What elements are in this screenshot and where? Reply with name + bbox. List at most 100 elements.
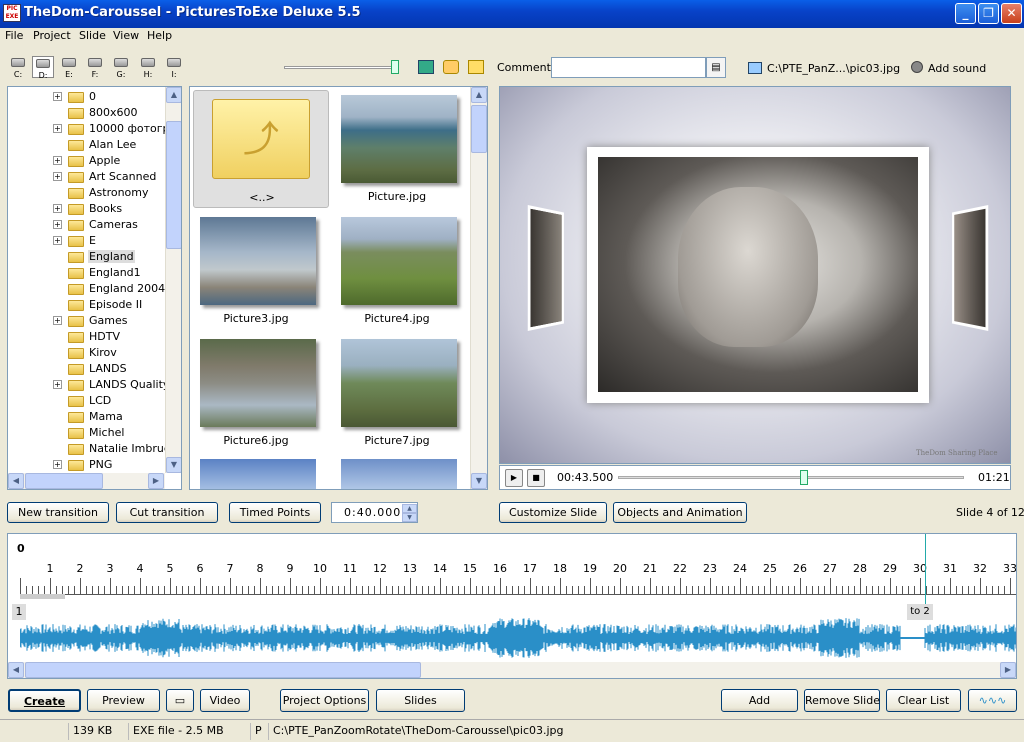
maximize-button[interactable]: ❐ bbox=[978, 3, 999, 24]
tree-item[interactable]: England bbox=[8, 249, 168, 265]
tree-item[interactable]: + E bbox=[8, 233, 168, 249]
menu-project[interactable]: Project bbox=[33, 29, 71, 42]
tree-item[interactable]: + Cameras bbox=[8, 217, 168, 233]
duration-value[interactable]: 0:40.000 bbox=[344, 506, 401, 519]
tree-item[interactable]: + Books bbox=[8, 201, 168, 217]
customize-slide-button[interactable]: Customize Slide bbox=[499, 502, 607, 523]
expand-icon[interactable]: + bbox=[53, 460, 62, 469]
clear-list-button[interactable]: Clear List bbox=[886, 689, 961, 712]
refresh-icon[interactable] bbox=[418, 60, 434, 74]
tree-item[interactable]: England 2004 bbox=[8, 281, 168, 297]
minimize-button[interactable]: _ bbox=[955, 3, 976, 24]
tree-horizontal-scrollbar[interactable]: ◀ ▶ bbox=[8, 473, 165, 489]
thumb-picture4[interactable]: Picture4.jpg bbox=[329, 212, 465, 330]
scroll-thumb[interactable] bbox=[25, 473, 103, 489]
sound-icon[interactable] bbox=[911, 61, 923, 73]
folder-tree[interactable]: +0 800x600 +10000 фотогра Alan Lee + Apple + Ar… bbox=[7, 86, 182, 490]
expand-icon[interactable]: + bbox=[53, 156, 62, 165]
play-button[interactable]: ▶ bbox=[505, 469, 523, 487]
drive-e-button[interactable]: E: bbox=[58, 56, 80, 79]
tree-item[interactable]: + Art Scanned bbox=[8, 169, 168, 185]
expand-icon[interactable]: + bbox=[53, 236, 62, 245]
preview-button[interactable]: Preview bbox=[87, 689, 160, 712]
expand-icon[interactable]: + bbox=[53, 172, 62, 181]
tree-item[interactable]: 800x600 bbox=[8, 105, 168, 121]
playback-position-thumb[interactable] bbox=[800, 470, 808, 485]
scroll-thumb[interactable] bbox=[166, 121, 181, 249]
tree-item[interactable]: LANDS bbox=[8, 361, 168, 377]
scroll-thumb[interactable] bbox=[471, 105, 487, 153]
file-thumbnails[interactable]: ⤴ <..> Picture.jpg Picture3.jpg Picture4… bbox=[189, 86, 488, 490]
project-options-button[interactable]: Project Options bbox=[280, 689, 369, 712]
tree-item[interactable]: + LANDS Quality bbox=[8, 377, 169, 393]
tree-item[interactable]: + Apple bbox=[8, 153, 168, 169]
thumb-picture6[interactable]: Picture6.jpg bbox=[190, 334, 324, 452]
tree-item[interactable]: Alan Lee bbox=[8, 137, 168, 153]
tree-item[interactable]: LCD bbox=[8, 393, 168, 409]
tree-item[interactable]: Kirov bbox=[8, 345, 168, 361]
tree-item[interactable]: England1 bbox=[8, 265, 168, 281]
drive-f-button[interactable]: F: bbox=[84, 56, 106, 79]
timed-points-button[interactable]: Timed Points bbox=[229, 502, 321, 523]
remove-slide-button[interactable]: Remove Slide bbox=[804, 689, 880, 712]
scroll-right-arrow[interactable]: ▶ bbox=[148, 473, 164, 489]
timeline-scrollbar[interactable]: ◀ ▶ bbox=[8, 662, 1016, 678]
drive-c-button[interactable]: C: bbox=[7, 56, 29, 79]
cut-transition-button[interactable]: Cut transition bbox=[116, 502, 218, 523]
thumb-picture[interactable]: Picture.jpg bbox=[329, 90, 465, 208]
expand-icon[interactable]: + bbox=[53, 92, 62, 101]
drive-h-button[interactable]: H: bbox=[137, 56, 159, 79]
expand-icon[interactable]: + bbox=[53, 380, 62, 389]
add-sound-button[interactable]: Add sound bbox=[928, 62, 986, 75]
comment-edit-button[interactable]: ▤ bbox=[706, 57, 726, 78]
menu-help[interactable]: Help bbox=[147, 29, 172, 42]
expand-icon[interactable]: + bbox=[53, 220, 62, 229]
up-folder-icon[interactable] bbox=[468, 60, 484, 74]
tree-item[interactable]: +10000 фотогра bbox=[8, 121, 176, 137]
timeline[interactable]: 0 1 2 3 4 5 6 7 8 9 10 11 12 13 14 15 16 17 18 19 20 21 22 23 2… bbox=[7, 533, 1017, 679]
thumb-picture3[interactable]: Picture3.jpg bbox=[190, 212, 324, 330]
tree-item[interactable]: Natalie Imbrugli bbox=[8, 441, 177, 457]
tree-item[interactable]: HDTV bbox=[8, 329, 168, 345]
drive-g-button[interactable]: G: bbox=[110, 56, 132, 79]
expand-icon[interactable]: + bbox=[53, 316, 62, 325]
scroll-thumb[interactable] bbox=[25, 662, 421, 678]
tree-vertical-scrollbar[interactable]: ▲ ▼ bbox=[165, 87, 181, 473]
scroll-right-arrow[interactable]: ▶ bbox=[1000, 662, 1016, 678]
tree-item[interactable]: Mama bbox=[8, 409, 168, 425]
menu-file[interactable]: File bbox=[5, 29, 23, 42]
objects-animation-button[interactable]: Objects and Animation bbox=[613, 502, 747, 523]
close-button[interactable]: ✕ bbox=[1001, 3, 1022, 24]
screen-preview-button[interactable]: ▭ bbox=[166, 689, 194, 712]
comment-input[interactable] bbox=[551, 57, 706, 78]
playback-progress-bar[interactable] bbox=[618, 476, 964, 479]
slides-button[interactable]: Slides bbox=[376, 689, 465, 712]
drive-i-button[interactable]: I: bbox=[163, 56, 185, 79]
scroll-down-arrow[interactable]: ▼ bbox=[471, 473, 487, 489]
scroll-up-arrow[interactable]: ▲ bbox=[166, 87, 181, 103]
stop-button[interactable]: ■ bbox=[527, 469, 545, 487]
scroll-left-arrow[interactable]: ◀ bbox=[8, 662, 24, 678]
thumbnail-size-slider[interactable] bbox=[284, 66, 398, 69]
expand-icon[interactable]: + bbox=[53, 204, 62, 213]
new-transition-button[interactable]: New transition bbox=[7, 502, 109, 523]
spin-up-arrow[interactable]: ▲ bbox=[402, 504, 417, 513]
tree-item[interactable]: + Games bbox=[8, 313, 168, 329]
video-button[interactable]: Video bbox=[200, 689, 250, 712]
create-button[interactable]: Create bbox=[8, 689, 81, 712]
drive-d-button[interactable]: D: bbox=[32, 56, 54, 80]
spin-down-arrow[interactable]: ▼ bbox=[402, 513, 417, 522]
scroll-left-arrow[interactable]: ◀ bbox=[8, 473, 24, 489]
parent-folder-thumb[interactable]: ⤴ <..> bbox=[193, 90, 329, 208]
tree-item[interactable]: Episode II bbox=[8, 297, 168, 313]
waveform-toggle-button[interactable]: ∿∿∿ bbox=[968, 689, 1017, 712]
timeline-cursor[interactable] bbox=[925, 534, 926, 604]
open-folder-icon[interactable] bbox=[443, 60, 459, 74]
menu-view[interactable]: View bbox=[113, 29, 139, 42]
menu-slide[interactable]: Slide bbox=[79, 29, 106, 42]
duration-spinner[interactable]: 0:40.000 ▲ ▼ bbox=[331, 502, 418, 523]
scroll-up-arrow[interactable]: ▲ bbox=[471, 87, 487, 103]
scroll-down-arrow[interactable]: ▼ bbox=[166, 457, 181, 473]
expand-icon[interactable]: + bbox=[53, 124, 62, 133]
thumb-picture7[interactable]: Picture7.jpg bbox=[329, 334, 465, 452]
